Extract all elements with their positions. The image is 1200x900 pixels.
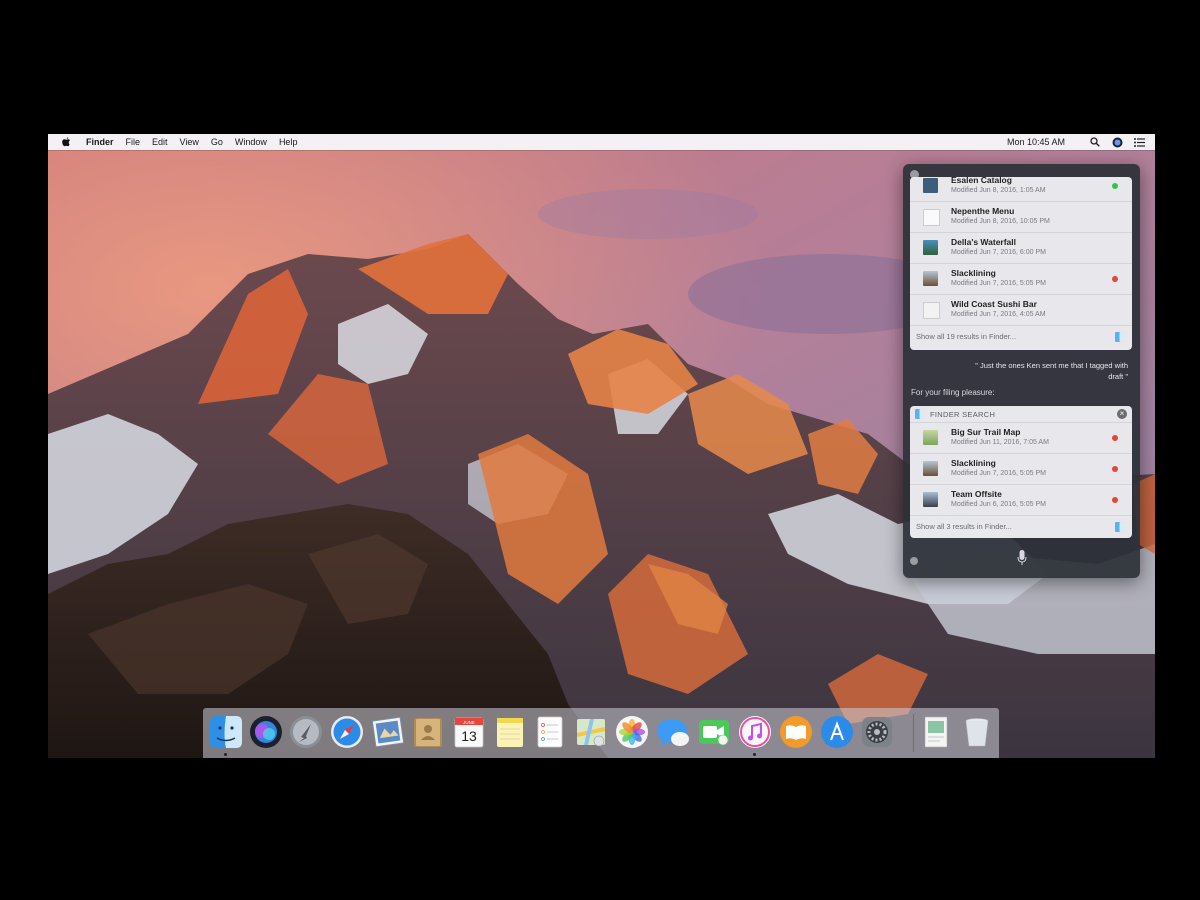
trash-icon[interactable] [960, 715, 994, 749]
system-preferences-icon[interactable] [860, 715, 894, 749]
result-modified: Modified Jun 7, 2016, 4:05 AM [951, 311, 1046, 318]
running-indicator [753, 753, 756, 756]
result-name: Nepenthe Menu [951, 206, 1015, 216]
file-thumbnail-icon [923, 302, 940, 319]
menu-file[interactable]: File [126, 137, 141, 147]
facetime-icon[interactable] [697, 715, 731, 749]
finder-search-card: FINDER SEARCH × Big Sur Trail Map Modifi… [910, 406, 1132, 538]
result-row[interactable]: Slacklining Modified Jun 7, 2016, 5:05 P… [910, 454, 1132, 485]
tag-dot [1112, 435, 1118, 441]
result-row[interactable]: Esalen Catalog Modified Jun 8, 2016, 1:0… [910, 177, 1132, 202]
finder-search-label: FINDER SEARCH [930, 410, 996, 419]
file-thumbnail-icon [923, 240, 938, 255]
finder-small-icon [1115, 332, 1124, 342]
siri-results-card: Esalen Catalog Modified Jun 8, 2016, 1:0… [910, 177, 1132, 350]
menubar-clock[interactable]: Mon 10:45 AM [1007, 137, 1065, 147]
result-modified: Modified Jun 8, 2016, 1:05 AM [951, 187, 1046, 194]
result-row[interactable]: Della's Waterfall Modified Jun 7, 2016, … [910, 233, 1132, 264]
show-all-results-link[interactable]: Show all 3 results in Finder... [910, 516, 1132, 538]
menu-help[interactable]: Help [279, 137, 298, 147]
siri-user-query: " Just the ones Ken sent me that I tagge… [975, 361, 1128, 381]
result-name: Slacklining [951, 268, 996, 278]
result-modified: Modified Jun 7, 2016, 6:00 PM [951, 249, 1046, 256]
microphone-icon[interactable] [1017, 550, 1027, 566]
siri-menubar-icon[interactable] [1111, 136, 1123, 148]
menu-finder[interactable]: Finder [86, 137, 114, 147]
result-row[interactable]: Nepenthe Menu Modified Jun 8, 2016, 10:0… [910, 202, 1132, 233]
itunes-icon[interactable] [738, 715, 772, 749]
file-thumbnail-icon [923, 271, 938, 286]
calendar-icon[interactable]: JUNE 13 [452, 715, 486, 749]
spotlight-search-icon[interactable] [1089, 136, 1101, 148]
file-thumbnail-icon [923, 209, 940, 226]
result-name: Esalen Catalog [951, 177, 1012, 185]
calendar-month-label: JUNE [463, 720, 475, 725]
result-modified: Modified Jun 8, 2016, 10:05 PM [951, 218, 1050, 225]
running-indicator [224, 753, 227, 756]
show-all-results-link[interactable]: Show all 19 results in Finder... [910, 326, 1132, 348]
photos-icon[interactable] [615, 715, 649, 749]
result-name: Wild Coast Sushi Bar [951, 299, 1037, 309]
close-card-icon[interactable]: × [1117, 409, 1127, 419]
calendar-day-label: 13 [461, 728, 477, 744]
file-thumbnail-icon [923, 461, 938, 476]
finder-icon[interactable] [209, 715, 243, 749]
finder-search-header: FINDER SEARCH × [910, 406, 1132, 423]
file-thumbnail-icon [923, 430, 938, 445]
menu-window[interactable]: Window [235, 137, 267, 147]
tag-dot [1112, 466, 1118, 472]
show-all-label: Show all 19 results in Finder... [916, 332, 1017, 341]
result-row[interactable]: Big Sur Trail Map Modified Jun 11, 2016,… [910, 423, 1132, 454]
notes-icon[interactable] [493, 715, 527, 749]
finder-small-icon [915, 409, 924, 419]
file-thumbnail-icon [923, 492, 938, 507]
app-store-icon[interactable] [820, 715, 854, 749]
menu-go[interactable]: Go [211, 137, 223, 147]
launchpad-icon[interactable] [289, 715, 323, 749]
siri-answer-text: For your filing pleasure: [911, 388, 995, 397]
desktop-screen: Finder File Edit View Go Window Help Mon… [48, 134, 1155, 758]
menu-edit[interactable]: Edit [152, 137, 168, 147]
result-row[interactable]: Team Offsite Modified Jun 6, 2016, 5:05 … [910, 485, 1132, 516]
menu-view[interactable]: View [180, 137, 199, 147]
document-icon[interactable] [919, 715, 953, 749]
siri-panel: Esalen Catalog Modified Jun 8, 2016, 1:0… [903, 164, 1140, 578]
dock-separator [913, 714, 914, 752]
result-name: Della's Waterfall [951, 237, 1017, 247]
result-name: Team Offsite [951, 489, 1002, 499]
maps-icon[interactable] [574, 715, 608, 749]
result-modified: Modified Jun 7, 2016, 5:05 PM [951, 470, 1046, 477]
result-modified: Modified Jun 7, 2016, 5:05 PM [951, 280, 1046, 287]
result-row[interactable]: Wild Coast Sushi Bar Modified Jun 7, 201… [910, 295, 1132, 326]
dock: JUNE 13 [203, 708, 999, 758]
result-name: Big Sur Trail Map [951, 427, 1021, 437]
siri-info-button[interactable] [910, 557, 918, 565]
tag-dot [1112, 276, 1118, 282]
notification-center-icon[interactable] [1133, 136, 1145, 148]
finder-small-icon [1115, 522, 1124, 532]
siri-icon[interactable] [249, 715, 283, 749]
contacts-icon[interactable] [411, 715, 445, 749]
mail-icon[interactable] [371, 715, 405, 749]
menu-bar: Finder File Edit View Go Window Help Mon… [48, 134, 1155, 150]
tag-dot [1112, 497, 1118, 503]
reminders-icon[interactable] [533, 715, 567, 749]
result-modified: Modified Jun 6, 2016, 5:05 PM [951, 501, 1046, 508]
result-name: Slacklining [951, 458, 996, 468]
result-modified: Modified Jun 11, 2016, 7:05 AM [951, 439, 1049, 446]
ibooks-icon[interactable] [779, 715, 813, 749]
tag-dot [1112, 183, 1118, 189]
apple-menu-icon[interactable] [60, 137, 72, 147]
messages-icon[interactable] [656, 715, 690, 749]
result-row[interactable]: Slacklining Modified Jun 7, 2016, 5:05 P… [910, 264, 1132, 295]
show-all-label: Show all 3 results in Finder... [916, 522, 1012, 531]
safari-icon[interactable] [330, 715, 364, 749]
file-thumbnail-icon [923, 178, 938, 193]
